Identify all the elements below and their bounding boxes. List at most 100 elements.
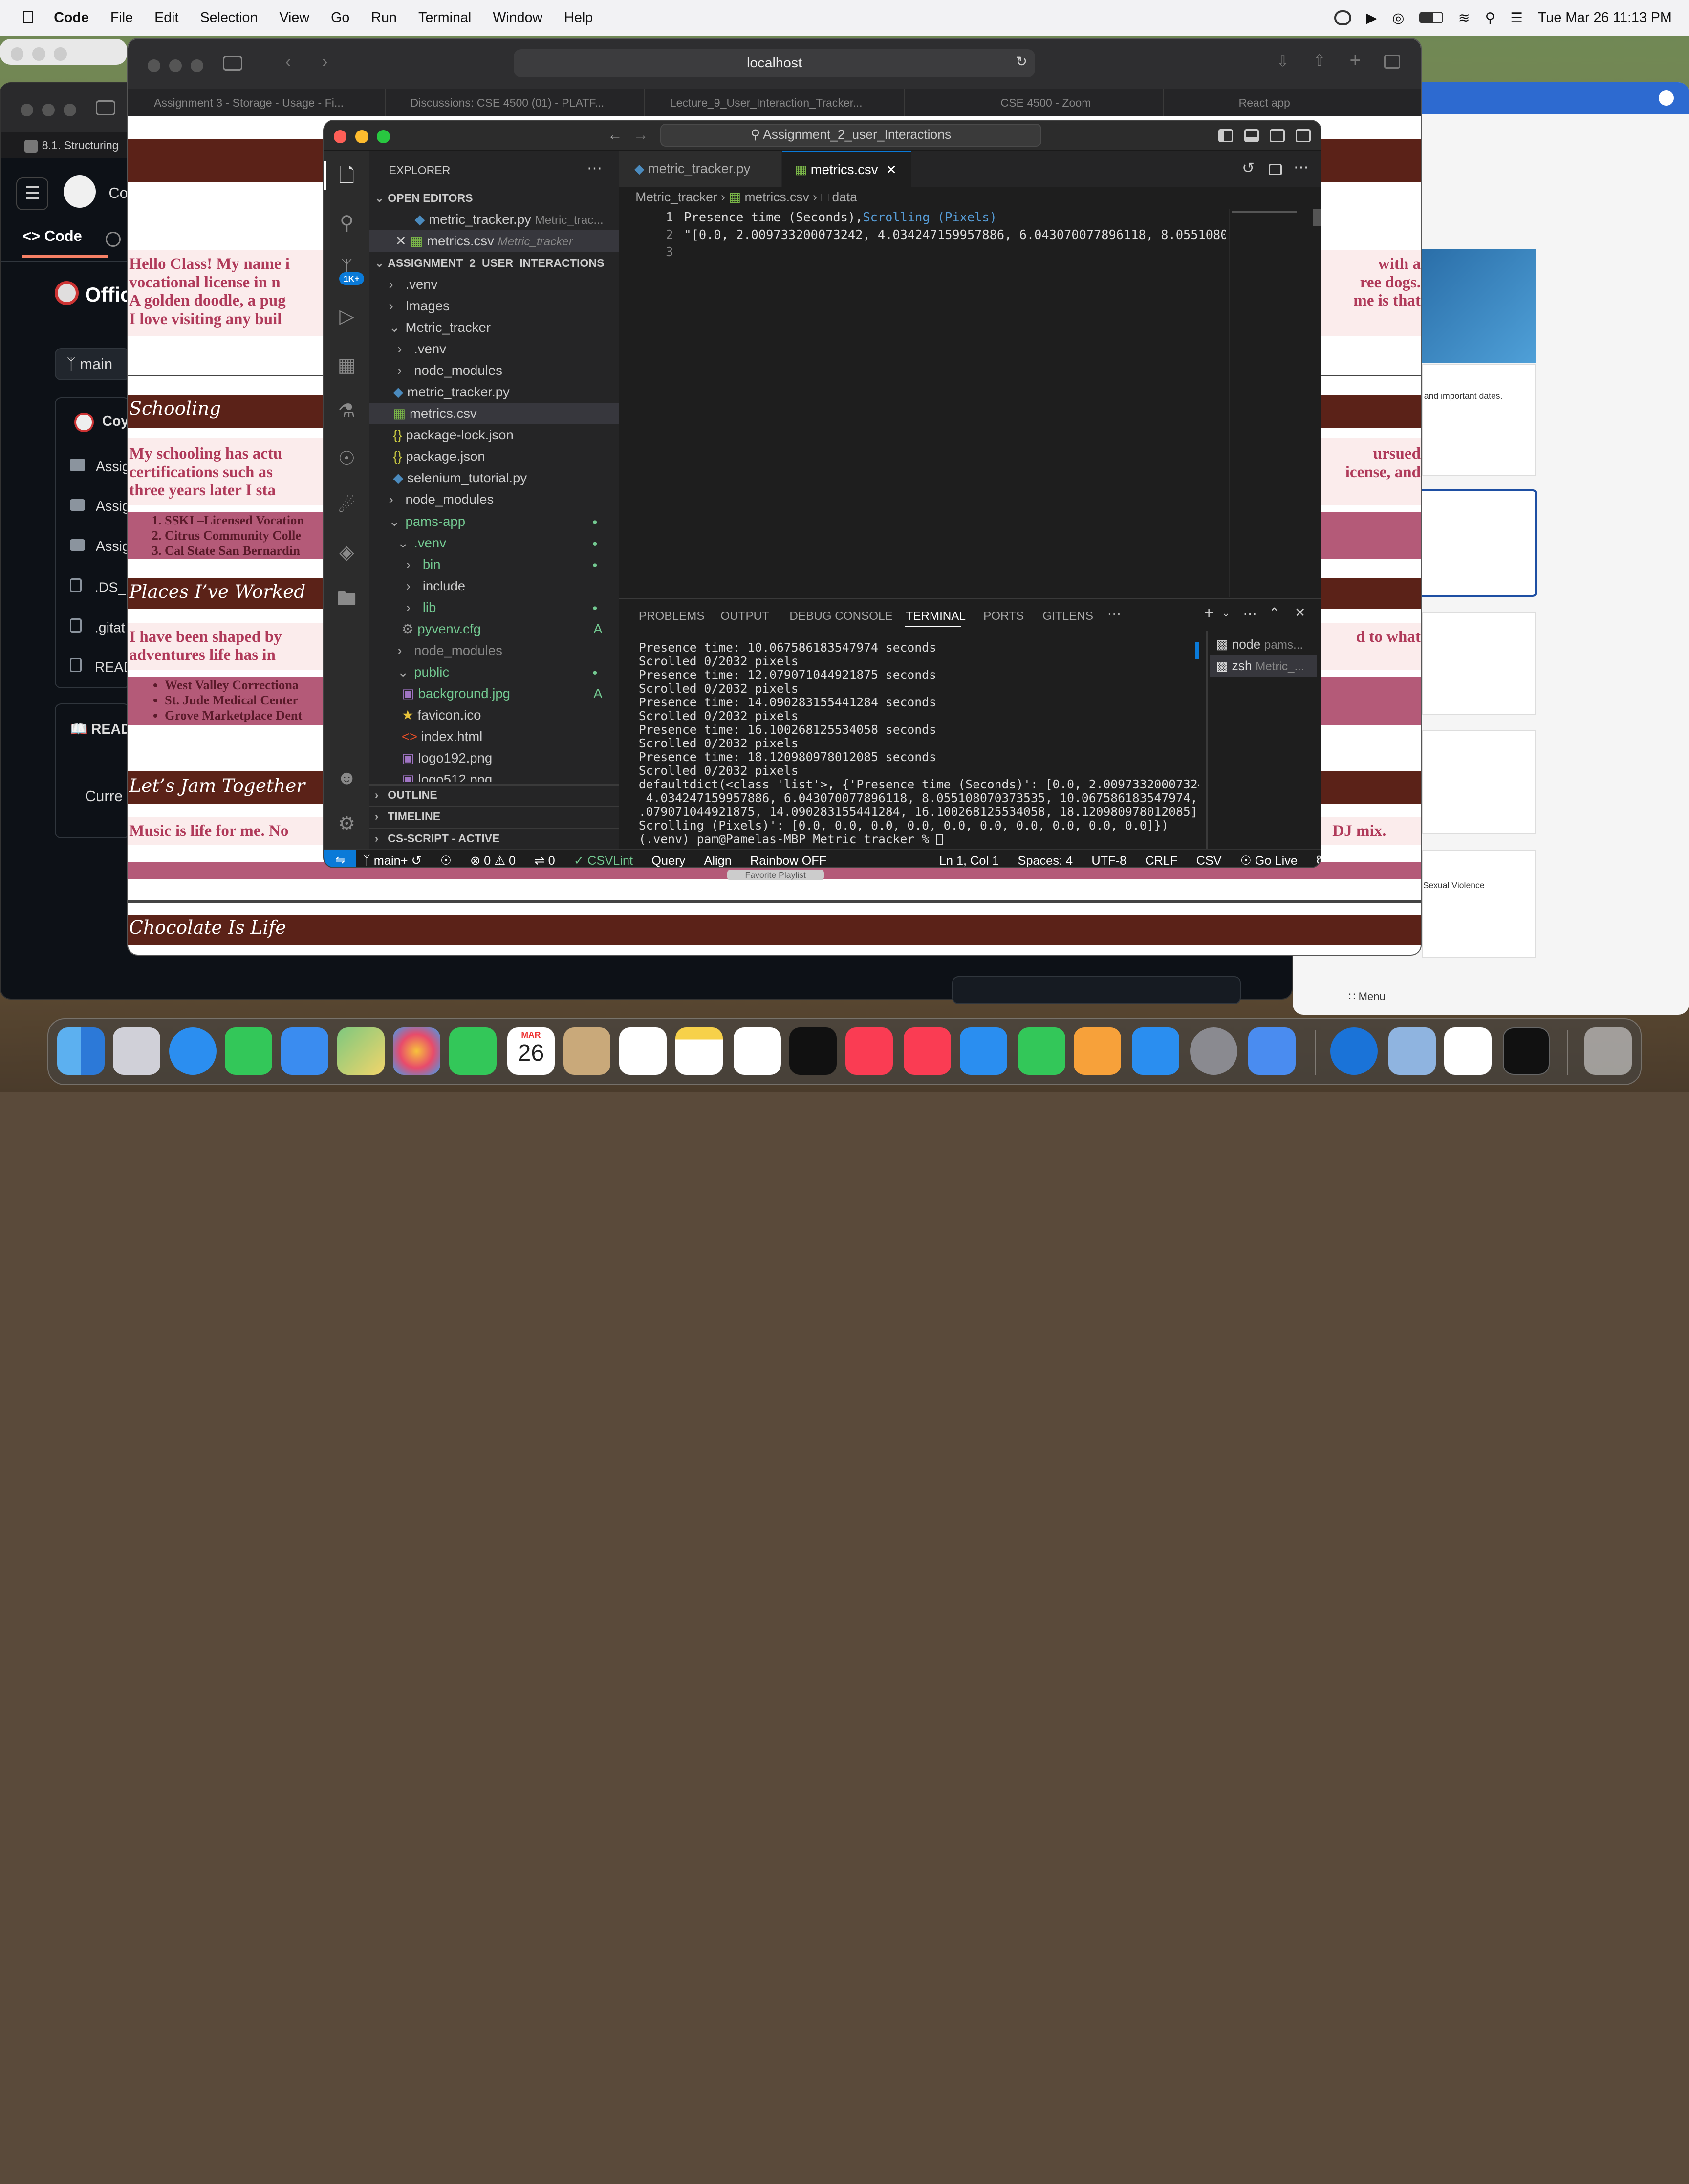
tree-item[interactable]: ▣ logo192.png <box>369 747 619 769</box>
menu-run[interactable]: Run <box>371 10 397 26</box>
status-align[interactable]: Align <box>704 850 731 868</box>
photos-icon[interactable] <box>393 1027 441 1075</box>
new-terminal-icon[interactable]: + <box>1204 604 1213 623</box>
facetime-icon[interactable] <box>449 1027 497 1075</box>
customize-layout-icon[interactable] <box>1296 129 1311 142</box>
finder-icon[interactable] <box>57 1027 105 1075</box>
reload-icon[interactable]: ↻ <box>1016 53 1027 70</box>
breadcrumb-symbol[interactable]: data <box>832 190 857 204</box>
maps-icon[interactable] <box>337 1027 385 1075</box>
tree-item[interactable]: › lib <box>369 597 619 618</box>
code-tab[interactable]: <> Code <box>22 227 82 245</box>
freeform-icon[interactable] <box>733 1027 781 1075</box>
project-header[interactable]: ⌄ ASSIGNMENT_2_USER_INTERACTIONS <box>369 252 619 274</box>
safari-tab[interactable]: React app <box>1166 89 1421 116</box>
panel-tab-gitlens[interactable]: GITLENS <box>1042 610 1093 623</box>
menu-selection[interactable]: Selection <box>200 10 258 26</box>
tree-item[interactable]: ◆ selenium_tutorial.py <box>369 467 619 489</box>
timeline-header[interactable]: › TIMELINE <box>369 806 619 827</box>
outline-header[interactable]: › OUTLINE <box>369 784 619 806</box>
sidebar-icon[interactable] <box>223 56 242 71</box>
trash-icon[interactable] <box>1584 1027 1632 1075</box>
xcode-icon[interactable] <box>1248 1027 1296 1075</box>
panel-tab-debug-console[interactable]: DEBUG CONSOLE <box>789 610 892 623</box>
open-editor-item[interactable]: ✕ ▦ metrics.csv Metric_tracker <box>369 230 620 252</box>
battery-icon[interactable] <box>1419 12 1443 24</box>
status-encoding[interactable]: UTF-8 <box>1091 850 1126 868</box>
timeline-history-icon[interactable]: ↺ <box>1242 159 1255 177</box>
status-go-live[interactable]: ☉ Go Live <box>1240 850 1298 868</box>
terminal-output[interactable]: Presence time: 10.067586183547974 second… <box>639 641 1199 850</box>
file-row[interactable]: Assig <box>70 459 130 475</box>
close-panel-icon[interactable]: ✕ <box>1295 605 1305 620</box>
tree-item[interactable]: ▣ background.jpg <box>369 683 619 704</box>
tree-item[interactable]: {} package.json <box>369 446 619 467</box>
repo-name[interactable]: Offic <box>85 283 131 306</box>
creative-cloud-icon[interactable] <box>1334 10 1351 25</box>
safari-tab[interactable]: CSE 4500 - Zoom <box>906 89 1165 116</box>
new-tab-icon[interactable]: + <box>1350 49 1361 71</box>
status-problems[interactable]: ⊗ 0 ⚠ 0 <box>470 850 516 868</box>
account-icon[interactable] <box>1659 90 1674 106</box>
tree-item[interactable]: {} package-lock.json <box>369 424 619 446</box>
branch-selector[interactable]: ᛉ main <box>55 348 130 380</box>
testing-icon[interactable]: ⚗ <box>334 398 360 424</box>
file-row[interactable]: Assig <box>70 499 130 515</box>
forward-icon[interactable]: › <box>322 52 328 71</box>
tree-item[interactable]: › include <box>369 575 619 597</box>
cs-script-header[interactable]: › CS-SCRIPT - ACTIVE <box>369 828 619 849</box>
music-icon[interactable] <box>845 1027 893 1075</box>
tree-item[interactable]: <> index.html <box>369 726 619 747</box>
status-ports[interactable]: ⇌ 0 <box>534 850 555 868</box>
file-row[interactable]: READ <box>70 658 133 676</box>
status-indentation[interactable]: Spaces: 4 <box>1018 850 1073 868</box>
run-debug-icon[interactable]: ▷ <box>334 304 360 329</box>
github-logo-icon[interactable] <box>63 175 96 208</box>
pages-icon[interactable] <box>1074 1027 1122 1075</box>
launchpad-icon[interactable] <box>113 1027 161 1075</box>
messages-icon[interactable] <box>225 1027 273 1075</box>
panel-tab-output[interactable]: OUTPUT <box>720 610 769 623</box>
share-icon[interactable]: ⇧ <box>1313 52 1326 69</box>
tree-item[interactable]: › Images <box>369 295 619 317</box>
issues-icon[interactable] <box>105 231 121 247</box>
news-icon[interactable] <box>904 1027 951 1075</box>
sidebar-toggle-icon[interactable] <box>95 100 115 115</box>
manage-gear-icon[interactable]: ⚙ <box>334 811 360 837</box>
editor-area[interactable]: 1 2 3 Presence time (Seconds),Scrolling … <box>619 209 1226 596</box>
command-center[interactable]: ⚲ Assignment_2_user_Interactions <box>660 124 1042 147</box>
toggle-primary-sidebar-icon[interactable] <box>1218 129 1234 142</box>
tree-item[interactable]: › .venv <box>369 274 619 295</box>
file-row[interactable]: Assig <box>70 539 130 555</box>
reminders-icon[interactable] <box>619 1027 667 1075</box>
spotlight-icon[interactable]: ⚲ <box>1485 9 1495 26</box>
menu-button[interactable]: ∷ Menu <box>1349 990 1386 1003</box>
tab-metric-tracker[interactable]: ◆ metric_tracker.py <box>619 151 781 188</box>
playlist-button[interactable]: Favorite Playlist <box>727 869 824 880</box>
safari-icon[interactable] <box>169 1027 217 1075</box>
github-tab[interactable]: 8.1. Structuring <box>1 132 129 158</box>
close-tab-icon[interactable]: ✕ <box>886 162 897 177</box>
safari-tab[interactable]: Assignment 3 - Storage - Usage - Fi... <box>130 89 386 116</box>
breadcrumb-folder[interactable]: Metric_tracker <box>635 190 717 204</box>
terminal-list-item-active[interactable]: ▩ zsh Metric_... <box>1209 655 1318 677</box>
nav-forward-icon[interactable]: → <box>633 126 649 144</box>
python-icon[interactable]: ◈ <box>334 540 360 566</box>
keynote-icon[interactable] <box>959 1027 1007 1075</box>
accounts-icon[interactable]: ☻ <box>334 765 360 791</box>
extensions-icon[interactable]: ▦ <box>334 352 360 378</box>
status-cursor-position[interactable]: Ln 1, Col 1 <box>939 850 999 868</box>
tree-item[interactable]: ◆ metric_tracker.py <box>369 381 619 403</box>
numbers-icon[interactable] <box>1018 1027 1065 1075</box>
folder-view-icon[interactable]: 🖿 <box>334 586 360 612</box>
explorer-icon[interactable]: 🗋 <box>334 163 360 189</box>
split-editor-icon[interactable] <box>1269 163 1282 176</box>
tree-item[interactable]: ⚙ pyvenv.cfg <box>369 618 619 640</box>
terminal-more-icon[interactable]: ⋯ <box>1243 605 1257 622</box>
file-row[interactable]: .DS_ <box>70 578 126 596</box>
notes-icon[interactable] <box>675 1027 723 1075</box>
tree-item[interactable]: ⌄ .venv <box>369 532 619 554</box>
download-icon[interactable]: ⇩ <box>1277 53 1289 70</box>
menu-edit[interactable]: Edit <box>154 10 178 26</box>
tree-item[interactable]: ⌄ public <box>369 661 619 683</box>
